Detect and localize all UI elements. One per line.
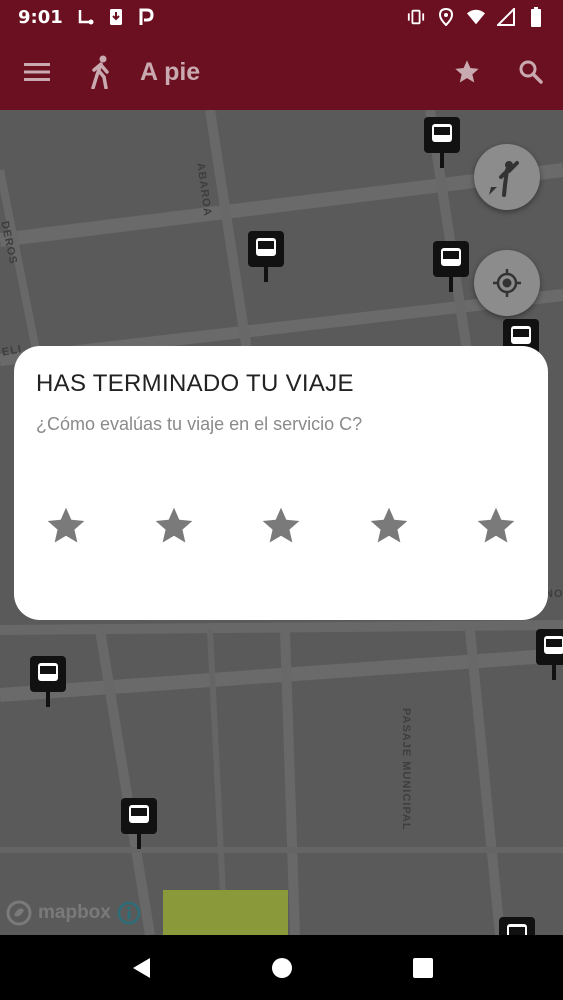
star-rating-1[interactable] (42, 502, 90, 550)
vibrate-icon (407, 8, 425, 26)
search-button[interactable] (499, 34, 563, 110)
rating-dialog: HAS TERMINADO TU VIAJE ¿Cómo evalúas tu … (14, 346, 548, 620)
system-nav-bar (0, 935, 563, 1000)
battery-icon (527, 7, 545, 27)
search-icon (519, 60, 543, 84)
star-rating-2[interactable] (150, 502, 198, 550)
download-notification-icon (107, 8, 125, 26)
star-rating-3[interactable] (257, 502, 305, 550)
menu-icon (24, 63, 50, 81)
app-bar: A pie (0, 34, 563, 110)
recents-square-icon (412, 957, 433, 978)
wifi-icon (467, 8, 485, 26)
star-icon (455, 60, 479, 83)
location-icon (437, 8, 455, 26)
star-rating (42, 502, 520, 550)
star-icon (47, 507, 85, 543)
back-triangle-icon (132, 957, 150, 978)
star-icon (262, 507, 300, 543)
status-bar: 9:01 (0, 0, 563, 34)
favorites-button[interactable] (435, 34, 499, 110)
walk-icon (76, 34, 126, 110)
dialog-title: HAS TERMINADO TU VIAJE (36, 370, 354, 397)
star-icon (477, 507, 515, 543)
star-rating-4[interactable] (365, 502, 413, 550)
dialog-message: ¿Cómo evalúas tu viaje en el servicio C? (36, 414, 363, 434)
scooter-notification-icon (77, 8, 95, 26)
recents-button[interactable] (393, 938, 453, 998)
home-button[interactable] (252, 938, 312, 998)
parking-notification-icon (137, 8, 155, 26)
back-button[interactable] (111, 938, 171, 998)
star-icon (370, 507, 407, 543)
page-title: A pie (140, 57, 201, 86)
signal-icon (497, 8, 515, 26)
star-rating-5[interactable] (472, 502, 520, 550)
menu-button[interactable] (0, 34, 76, 110)
home-circle-icon (271, 957, 292, 978)
status-time: 9:01 (18, 6, 63, 28)
star-icon (155, 507, 192, 543)
